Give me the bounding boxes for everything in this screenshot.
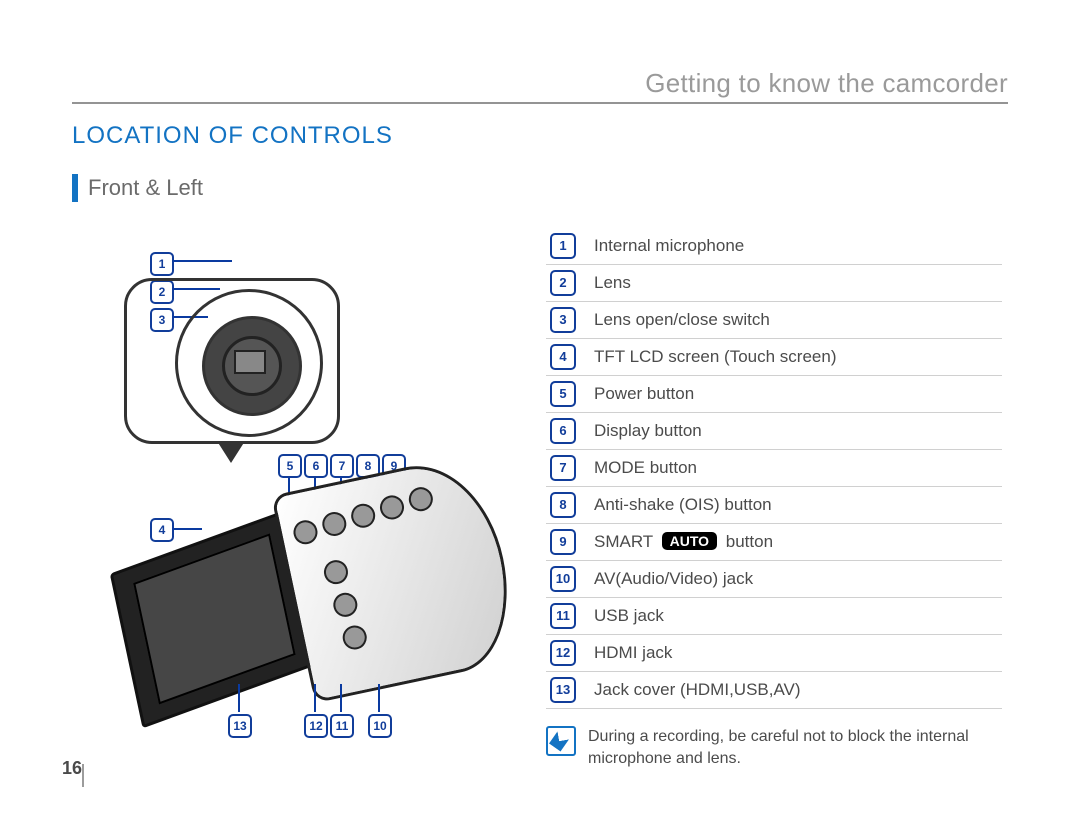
leader-line	[340, 684, 342, 712]
legend-label: Internal microphone	[594, 236, 1002, 256]
legend-number: 1	[550, 233, 576, 259]
lens-detail-callout	[124, 278, 340, 444]
legend-number: 8	[550, 492, 576, 518]
legend-number: 6	[550, 418, 576, 444]
legend-row: 12 HDMI jack	[546, 635, 1002, 672]
controls-legend: 1 Internal microphone 2 Lens 3 Lens open…	[546, 228, 1002, 709]
legend-row: 13 Jack cover (HDMI,USB,AV)	[546, 672, 1002, 709]
legend-row: 9 SMART AUTO button	[546, 524, 1002, 561]
header-rule	[72, 102, 1008, 104]
camcorder-diagram: 1 2 3 5 6 7 8 9 4	[104, 228, 504, 738]
legend-number: 2	[550, 270, 576, 296]
legend-label: Anti-shake (OIS) button	[594, 495, 1002, 515]
legend-label: SMART AUTO button	[594, 532, 1002, 552]
page-number: 16	[62, 758, 82, 779]
section-heading: LOCATION OF CONTROLS	[72, 122, 393, 150]
legend-row: 5 Power button	[546, 376, 1002, 413]
note-box: During a recording, be careful not to bl…	[546, 726, 1016, 769]
legend-number: 4	[550, 344, 576, 370]
callout-5: 5	[278, 454, 302, 478]
leader-line	[238, 684, 240, 712]
leader-line	[172, 260, 232, 262]
legend-label: Lens open/close switch	[594, 310, 1002, 330]
legend-number: 9	[550, 529, 576, 555]
legend-label: MODE button	[594, 458, 1002, 478]
legend-label: HDMI jack	[594, 643, 1002, 663]
lens-ring-icon	[175, 289, 323, 437]
legend-label: Lens	[594, 273, 1002, 293]
legend-row: 1 Internal microphone	[546, 228, 1002, 265]
legend-number: 12	[550, 640, 576, 666]
legend-row: 11 USB jack	[546, 598, 1002, 635]
legend-row: 8 Anti-shake (OIS) button	[546, 487, 1002, 524]
leader-line	[378, 684, 380, 712]
callout-11: 11	[330, 714, 354, 738]
legend-label: Power button	[594, 384, 1002, 404]
manual-page: Getting to know the camcorder LOCATION O…	[0, 0, 1080, 825]
legend-label: Jack cover (HDMI,USB,AV)	[594, 680, 1002, 700]
pencil-icon	[549, 729, 571, 752]
callout-7: 7	[330, 454, 354, 478]
chapter-title: Getting to know the camcorder	[645, 68, 1008, 99]
legend-number: 10	[550, 566, 576, 592]
page-number-rule	[82, 764, 84, 787]
legend-row: 3 Lens open/close switch	[546, 302, 1002, 339]
lcd-screen-icon	[133, 533, 295, 704]
callout-13: 13	[228, 714, 252, 738]
note-icon	[546, 726, 576, 756]
legend-number: 11	[550, 603, 576, 629]
legend-row: 10 AV(Audio/Video) jack	[546, 561, 1002, 598]
callout-12: 12	[304, 714, 328, 738]
legend-row: 7 MODE button	[546, 450, 1002, 487]
lens-shutter-icon	[234, 350, 266, 374]
subsection-label: Front & Left	[88, 175, 203, 201]
legend-number: 7	[550, 455, 576, 481]
callout-6: 6	[304, 454, 328, 478]
note-text: During a recording, be careful not to bl…	[588, 726, 1016, 769]
legend-row: 2 Lens	[546, 265, 1002, 302]
camcorder-body-icon	[110, 474, 492, 733]
callout-1: 1	[150, 252, 174, 276]
legend-label-pre: SMART	[594, 532, 658, 551]
subsection-accent-bar	[72, 174, 78, 202]
subsection-heading: Front & Left	[72, 174, 203, 202]
leader-line	[314, 684, 316, 712]
legend-label: AV(Audio/Video) jack	[594, 569, 1002, 589]
callout-10: 10	[368, 714, 392, 738]
legend-label: TFT LCD screen (Touch screen)	[594, 347, 1002, 367]
legend-number: 3	[550, 307, 576, 333]
camcorder-grip-icon	[271, 451, 524, 703]
legend-number: 5	[550, 381, 576, 407]
legend-row: 4 TFT LCD screen (Touch screen)	[546, 339, 1002, 376]
auto-pill-icon: AUTO	[662, 532, 717, 550]
legend-row: 6 Display button	[546, 413, 1002, 450]
legend-label: Display button	[594, 421, 1002, 441]
legend-label-post: button	[721, 532, 773, 551]
legend-number: 13	[550, 677, 576, 703]
legend-label: USB jack	[594, 606, 1002, 626]
